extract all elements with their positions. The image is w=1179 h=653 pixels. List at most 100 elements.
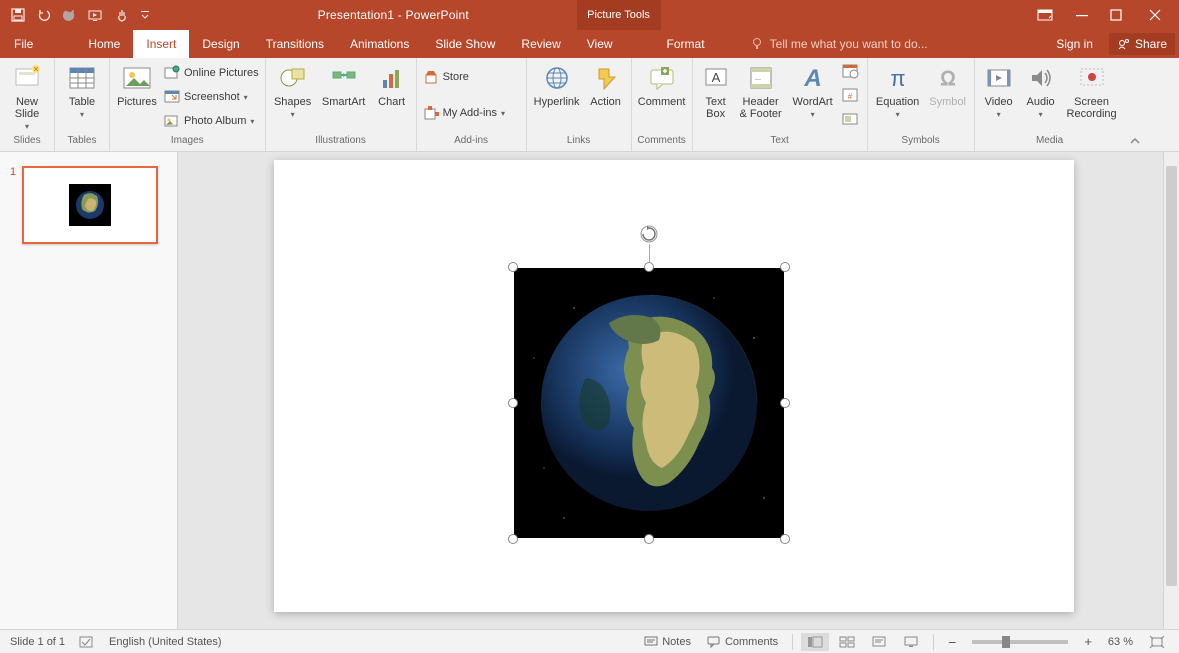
wordart-button[interactable]: A WordArt ▾ [787, 60, 839, 134]
redo-icon[interactable] [62, 7, 78, 23]
chevron-down-icon: ▾ [291, 110, 295, 119]
photo-album-button[interactable]: Photo Album ▾ [162, 110, 261, 132]
save-icon[interactable] [10, 7, 26, 23]
my-addins-button[interactable]: My Add-ins ▾ [421, 102, 507, 124]
chart-button[interactable]: Chart [372, 60, 412, 134]
spellcheck-icon[interactable] [79, 635, 95, 649]
chevron-down-icon: ▾ [250, 117, 254, 126]
slide-editor[interactable] [178, 152, 1179, 629]
new-slide-button[interactable]: New Slide ▾ [4, 60, 50, 134]
maximize-icon[interactable] [1101, 0, 1131, 30]
text-box-icon: A [700, 62, 732, 94]
scroll-thumb[interactable] [1166, 166, 1177, 586]
resize-handle-tr[interactable] [780, 262, 790, 272]
new-slide-icon [11, 62, 43, 94]
text-box-button[interactable]: A Text Box [697, 60, 735, 134]
zoom-out-button[interactable]: − [942, 632, 962, 652]
qat-customize-icon[interactable] [140, 7, 150, 23]
comments-icon [707, 636, 721, 648]
minimize-icon[interactable] [1067, 0, 1097, 30]
slide-number-icon[interactable]: # [841, 86, 863, 108]
header-footer-button[interactable]: — Header & Footer [737, 60, 785, 134]
rotate-handle[interactable] [639, 224, 659, 244]
group-tables: Table ▾ Tables [55, 58, 110, 151]
language-status[interactable]: English (United States) [109, 636, 222, 648]
comment-icon [646, 62, 678, 94]
sign-in-link[interactable]: Sign in [1050, 37, 1099, 51]
pictures-button[interactable]: Pictures [114, 60, 160, 134]
tab-transitions[interactable]: Transitions [253, 30, 337, 58]
resize-handle-mr[interactable] [780, 398, 790, 408]
shapes-icon [277, 62, 309, 94]
tell-me-input[interactable]: Tell me what you want to do... [770, 37, 928, 51]
svg-text:A: A [711, 70, 720, 85]
smartart-button[interactable]: SmartArt [318, 60, 370, 134]
wordart-icon: A [797, 62, 829, 94]
zoom-slider[interactable] [972, 640, 1068, 644]
resize-handle-bm[interactable] [644, 534, 654, 544]
svg-text:#: # [847, 92, 852, 101]
audio-button[interactable]: Audio ▾ [1021, 60, 1061, 134]
zoom-level[interactable]: 63 % [1102, 636, 1139, 648]
object-icon[interactable] [841, 110, 863, 132]
ribbon: New Slide ▾ Slides Table ▾ Tables Pictur [0, 58, 1179, 152]
reading-view-button[interactable] [865, 633, 893, 651]
comments-button[interactable]: Comments [701, 634, 784, 650]
comment-button[interactable]: Comment [636, 60, 688, 134]
online-pictures-button[interactable]: Online Pictures [162, 62, 261, 84]
notes-button[interactable]: Notes [638, 634, 697, 650]
tab-animations[interactable]: Animations [337, 30, 422, 58]
chevron-down-icon: ▾ [896, 110, 900, 119]
normal-view-button[interactable] [801, 633, 829, 651]
screen-recording-button[interactable]: Screen Recording [1063, 60, 1121, 134]
resize-handle-bl[interactable] [508, 534, 518, 544]
store-icon [423, 69, 439, 85]
table-button[interactable]: Table ▾ [59, 60, 105, 134]
tab-file[interactable]: File [0, 30, 47, 58]
video-button[interactable]: Video ▾ [979, 60, 1019, 134]
resize-handle-ml[interactable] [508, 398, 518, 408]
collapse-ribbon-icon[interactable] [1129, 135, 1141, 147]
touch-mode-icon[interactable] [114, 7, 130, 23]
tab-view[interactable]: View [574, 30, 626, 58]
undo-icon[interactable] [36, 7, 52, 23]
group-illustrations: Shapes ▾ SmartArt Chart Illustrations [266, 58, 417, 151]
ribbon-display-options-icon[interactable] [1027, 0, 1063, 30]
zoom-slider-thumb[interactable] [1002, 636, 1010, 648]
vertical-scrollbar[interactable] [1163, 152, 1179, 629]
inserted-picture[interactable] [514, 268, 784, 538]
equation-button[interactable]: π Equation ▾ [872, 60, 924, 134]
close-icon[interactable] [1135, 0, 1175, 30]
tab-review[interactable]: Review [508, 30, 573, 58]
resize-handle-tl[interactable] [508, 262, 518, 272]
tab-design[interactable]: Design [189, 30, 252, 58]
zoom-in-button[interactable]: + [1078, 632, 1098, 651]
tab-slideshow[interactable]: Slide Show [422, 30, 508, 58]
slide-thumbnail-1[interactable] [22, 166, 158, 244]
resize-handle-tm[interactable] [644, 262, 654, 272]
svg-text:—: — [755, 77, 761, 83]
group-links: Hyperlink Action Links [527, 58, 632, 151]
action-button[interactable]: Action [585, 60, 627, 134]
fit-to-window-button[interactable] [1143, 633, 1171, 651]
start-from-beginning-icon[interactable] [88, 7, 104, 23]
chevron-down-icon: ▾ [501, 109, 505, 118]
header-footer-icon: — [745, 62, 777, 94]
date-time-icon[interactable] [841, 62, 863, 84]
equation-icon: π [882, 62, 914, 94]
notes-icon [644, 636, 658, 648]
store-button[interactable]: Store [421, 66, 507, 88]
slide-sorter-button[interactable] [833, 633, 861, 651]
slideshow-view-button[interactable] [897, 633, 925, 651]
slide-counter[interactable]: Slide 1 of 1 [10, 636, 65, 648]
share-button[interactable]: Share [1109, 33, 1175, 55]
tab-home[interactable]: Home [75, 30, 133, 58]
resize-handle-br[interactable] [780, 534, 790, 544]
hyperlink-button[interactable]: Hyperlink [531, 60, 583, 134]
screenshot-button[interactable]: Screenshot ▾ [162, 86, 261, 108]
tab-insert[interactable]: Insert [133, 30, 189, 58]
tab-format[interactable]: Format [644, 30, 728, 58]
shapes-button[interactable]: Shapes ▾ [270, 60, 316, 134]
chevron-down-icon: ▾ [25, 122, 29, 131]
slide-canvas[interactable] [274, 160, 1074, 612]
